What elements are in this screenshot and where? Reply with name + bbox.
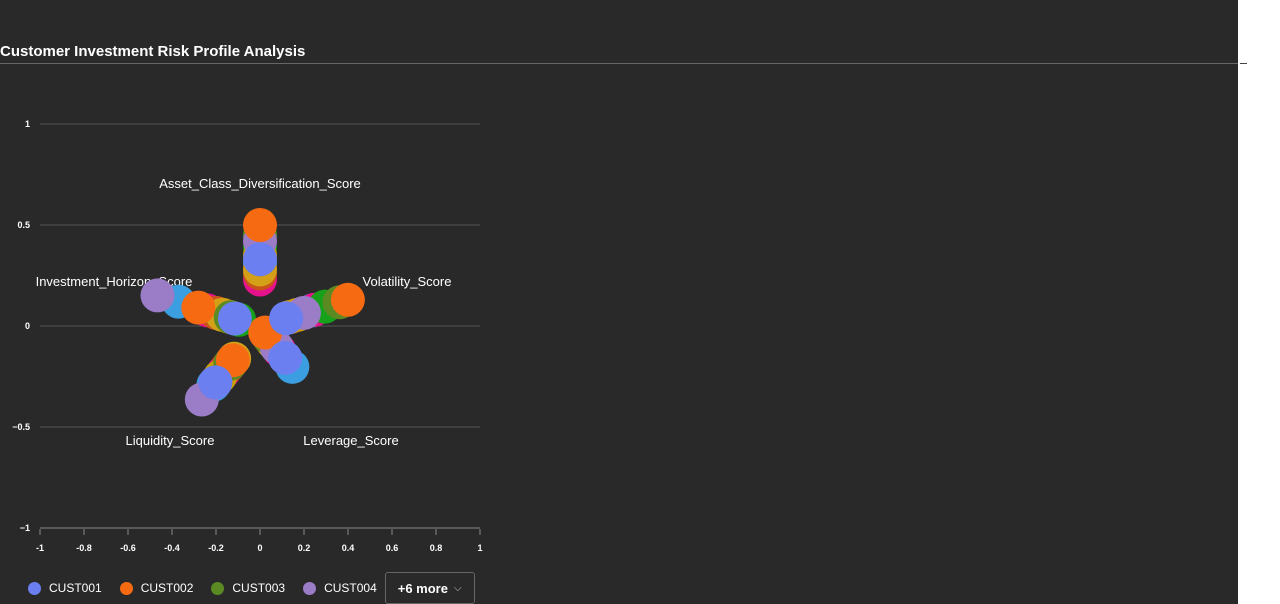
x-tick-label: -1 <box>36 543 44 553</box>
x-tick-label: 0 <box>257 543 262 553</box>
axis-label-volatility-score: Volatility_Score <box>363 274 452 289</box>
y-tick-label: 1 <box>25 119 30 129</box>
legend-marker <box>28 581 41 595</box>
legend-marker <box>303 581 317 595</box>
legend-marker <box>211 581 225 595</box>
x-tick-label: -0.8 <box>76 543 92 553</box>
x-tick-label: 0.8 <box>430 543 443 553</box>
scatter-plot: 1 0.5 0 −0.5 −1 -1 -0.8 -0.6 -0.4 -0.2 0 0.2 0.4 0.6 0… <box>12 119 482 553</box>
axis-label-asset-class-diversification-score: Asset_Class_Diversification_Score <box>159 176 361 191</box>
legend-item-cust002[interactable]: CUST002 <box>119 581 194 595</box>
axis-label-leverage-score: Leverage_Score <box>303 433 398 448</box>
data-point-cust001 <box>268 340 303 375</box>
data-point-cust004 <box>140 278 175 313</box>
chevron-down-icon: ⌵ <box>453 582 462 594</box>
legend-label: CUST003 <box>232 581 286 595</box>
legend-label: CUST002 <box>140 581 194 595</box>
legend-item-cust003[interactable]: CUST003 <box>211 581 285 595</box>
divider-end <box>1240 63 1247 64</box>
x-tick-label: -0.6 <box>120 543 136 553</box>
y-tick-label: 0.5 <box>17 220 30 230</box>
data-point-cust001 <box>217 301 252 336</box>
x-tick-label: -0.4 <box>164 543 180 553</box>
legend-label: CUST001 <box>49 581 102 595</box>
legend-more-button[interactable]: +6 more ⌵ <box>384 572 475 604</box>
x-tick-label: 1 <box>477 543 482 553</box>
legend: CUST001 CUST002 CUST003 CUST004 +6 more ⌵ <box>28 572 475 604</box>
legend-marker <box>119 581 133 595</box>
data-point-cust001 <box>243 242 277 277</box>
x-tick-label: 0.4 <box>342 543 355 553</box>
data-point-cust002 <box>330 282 365 317</box>
legend-more-label: +6 more <box>397 580 448 596</box>
x-tick-label: -0.2 <box>208 543 224 553</box>
legend-item-cust001[interactable]: CUST001 <box>28 581 102 595</box>
legend-item-cust004[interactable]: CUST004 <box>303 581 377 595</box>
data-point-cust001 <box>269 301 304 336</box>
x-tick-label: 0.6 <box>386 543 399 553</box>
legend-label: CUST004 <box>324 581 377 595</box>
y-tick-label: −1 <box>20 523 30 533</box>
y-tick-label: 0 <box>25 321 30 331</box>
data-point-cust002 <box>181 290 216 325</box>
x-tick-label: 0.2 <box>298 543 311 553</box>
data-point-cust002 <box>243 208 277 242</box>
data-point-cust001 <box>198 365 233 400</box>
y-tick-label: −0.5 <box>12 422 30 432</box>
axis-label-liquidity-score: Liquidity_Score <box>126 433 215 448</box>
